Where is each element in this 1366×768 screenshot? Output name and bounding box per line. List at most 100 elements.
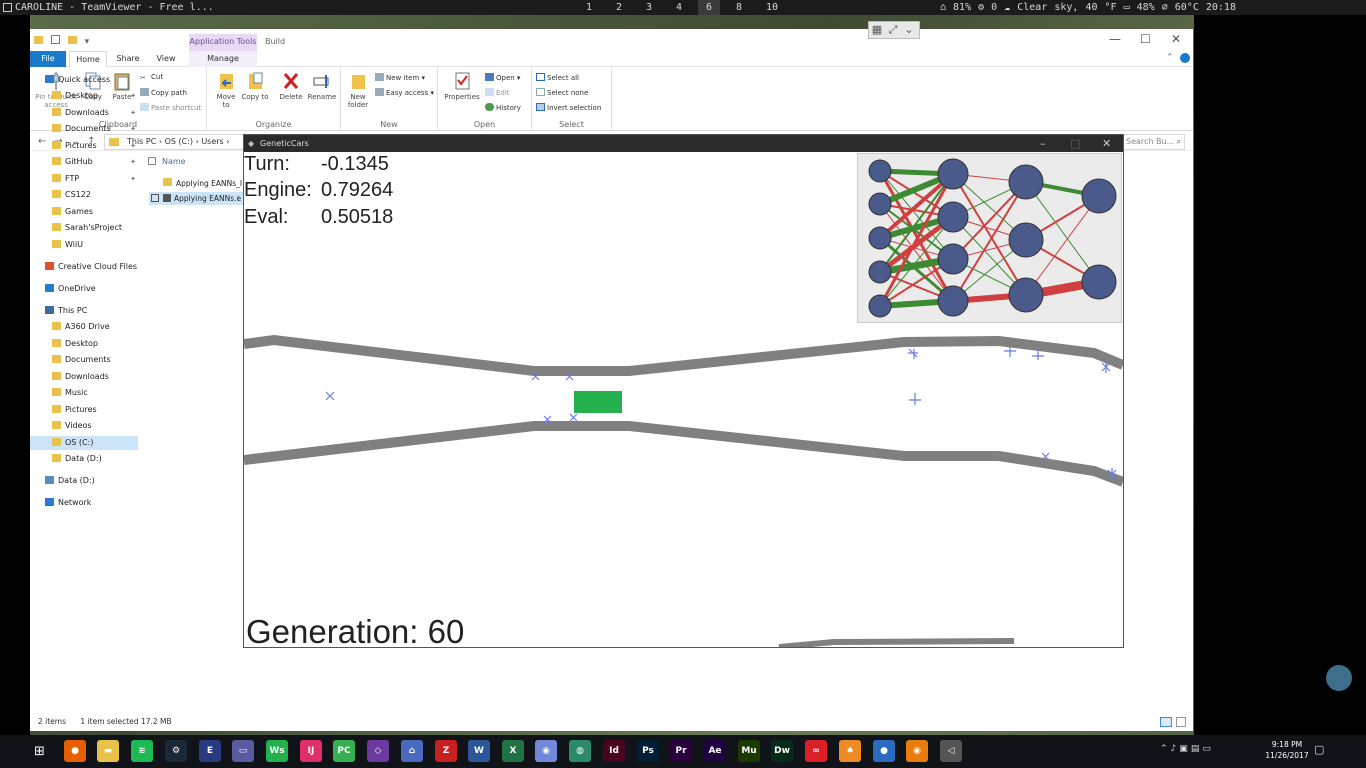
copy-to-button[interactable]: Copy to	[241, 71, 269, 101]
sidebar-item-os-c[interactable]: OS (C:)	[30, 436, 138, 450]
app-ws-icon[interactable]: Ws	[266, 740, 288, 762]
teamviewer-tab-icon[interactable]	[1326, 665, 1352, 691]
sidebar-item-github[interactable]: GitHub ✦	[30, 155, 138, 169]
sidebar-item-ftp[interactable]: FTP ✦	[30, 172, 138, 186]
workspace-10[interactable]: 10	[761, 0, 783, 15]
excel-icon[interactable]: X	[502, 740, 524, 762]
spotify-icon[interactable]: ≋	[131, 740, 153, 762]
grid-icon[interactable]: ▦	[869, 22, 885, 38]
cut-button[interactable]: ✂ Cut	[140, 73, 163, 82]
sidebar-item-network[interactable]: Network	[30, 496, 138, 510]
file-row-selected[interactable]: Applying EANNs.e	[149, 192, 245, 205]
notification-icon[interactable]: ▭	[1202, 744, 1214, 754]
indesign-icon[interactable]: Id	[603, 740, 625, 762]
photoshop-icon[interactable]: Ps	[637, 740, 659, 762]
sidebar-item-documents[interactable]: Documents	[30, 353, 138, 367]
muse-icon[interactable]: Mu	[738, 740, 760, 762]
network-icon[interactable]: ▣	[1179, 744, 1191, 754]
history-button[interactable]: History	[485, 103, 521, 112]
network-tool-icon[interactable]: ⌂	[401, 740, 423, 762]
chevron-up-icon[interactable]: ⌃	[1160, 744, 1171, 754]
blender-icon[interactable]: ◉	[906, 740, 928, 762]
minimize-button[interactable]: —	[1109, 32, 1121, 46]
rename-button[interactable]: Rename	[307, 71, 337, 101]
select-all-button[interactable]: Select all	[536, 73, 579, 82]
app-e-icon[interactable]: E	[199, 740, 221, 762]
new-folder-button[interactable]: New folder	[344, 71, 372, 109]
open-button[interactable]: Open ▾	[485, 73, 520, 82]
close-button[interactable]: ✕	[1171, 32, 1181, 46]
app-pc-icon[interactable]: PC	[333, 740, 355, 762]
sidebar-item-creative-cloud-files[interactable]: Creative Cloud Files	[30, 260, 138, 274]
word-icon[interactable]: W	[468, 740, 490, 762]
creative-cloud-icon[interactable]: ∞	[805, 740, 827, 762]
easy-access-button[interactable]: Easy access ▾	[375, 88, 434, 97]
select-none-button[interactable]: Select none	[536, 88, 588, 97]
sidebar-item-a360-drive[interactable]: A360 Drive	[30, 320, 138, 334]
maximize-button[interactable]: ☐	[1140, 32, 1151, 46]
app-ij-icon[interactable]: IJ	[300, 740, 322, 762]
unity-icon[interactable]: ◁	[940, 740, 962, 762]
details-view-icon[interactable]	[1160, 717, 1172, 727]
column-header-name[interactable]: Name	[148, 157, 186, 166]
edit-button[interactable]: Edit	[485, 88, 510, 97]
sidebar-item-this-pc[interactable]: This PC	[30, 304, 138, 318]
sidebar-item-quick-access[interactable]: Quick access	[30, 73, 138, 87]
app-globe-icon[interactable]: ◍	[569, 740, 591, 762]
sidebar-item-onedrive[interactable]: OneDrive	[30, 282, 138, 296]
sidebar-item-desktop[interactable]: Desktop	[30, 337, 138, 351]
steam-icon[interactable]: ⚙	[165, 740, 187, 762]
start-icon[interactable]: ⊞	[34, 744, 45, 759]
sidebar-item-music[interactable]: Music	[30, 386, 138, 400]
move-to-button[interactable]: Move to	[212, 71, 240, 109]
ribbon-collapse-icon[interactable]: ⌃	[1166, 53, 1174, 63]
sidebar-item-documents[interactable]: Documents ✦	[30, 122, 138, 136]
workspace-4[interactable]: 4	[668, 0, 690, 15]
premiere-icon[interactable]: Pr	[670, 740, 692, 762]
sidebar-item-pictures[interactable]: Pictures ✦	[30, 139, 138, 153]
volume-icon[interactable]: ♪	[1171, 744, 1180, 754]
sidebar-item-cs122[interactable]: CS122	[30, 188, 138, 202]
checkbox-checked-icon[interactable]	[151, 194, 159, 202]
after-effects-icon[interactable]: Ae	[704, 740, 726, 762]
minimize-button[interactable]: –	[1040, 135, 1046, 152]
paste-shortcut-button[interactable]: Paste shortcut	[140, 103, 201, 112]
copy-path-button[interactable]: Copy path	[140, 88, 187, 97]
sidebar-item-downloads[interactable]: Downloads ✦	[30, 106, 138, 120]
tab-view[interactable]: View	[150, 51, 182, 67]
firefox-icon[interactable]: ●	[64, 740, 86, 762]
dreamweaver-icon[interactable]: Dw	[771, 740, 793, 762]
sidebar-item-desktop[interactable]: Desktop ✦	[30, 89, 138, 103]
window-icon[interactable]	[3, 3, 12, 12]
sidebar-item-sarah-sproject[interactable]: Sarah'sProject	[30, 221, 138, 235]
workspace-6[interactable]: 6	[698, 0, 720, 15]
water-app-icon[interactable]: ●	[873, 740, 895, 762]
workspace-2[interactable]: 2	[608, 0, 630, 15]
properties-button[interactable]: Properties	[442, 71, 482, 101]
workspace-8[interactable]: 8	[728, 0, 750, 15]
large-icons-view-icon[interactable]	[1176, 717, 1186, 727]
new-item-button[interactable]: New item ▾	[375, 73, 425, 82]
help-icon[interactable]	[1180, 53, 1190, 63]
workspace-3[interactable]: 3	[638, 0, 660, 15]
action-center-icon[interactable]: ▢	[1314, 743, 1324, 756]
sidebar-item-data-d[interactable]: Data (D:)	[30, 474, 138, 488]
chevron-down-icon[interactable]: ⌄	[901, 22, 917, 38]
tab-manage[interactable]: Manage	[189, 51, 257, 67]
file-row[interactable]: Applying EANNs_I	[163, 178, 243, 188]
file-explorer-icon[interactable]: ▬	[97, 740, 119, 762]
maximize-button[interactable]: □	[1070, 135, 1080, 152]
sidebar-item-videos[interactable]: Videos	[30, 419, 138, 433]
close-button[interactable]: ✕	[1102, 135, 1111, 152]
sidebar-item-data-d[interactable]: Data (D:)	[30, 452, 138, 466]
sidebar-item-games[interactable]: Games	[30, 205, 138, 219]
expand-icon[interactable]: ⤢	[885, 22, 901, 38]
visual-studio-icon[interactable]: ◇	[367, 740, 389, 762]
fl-studio-icon[interactable]: ♠	[839, 740, 861, 762]
search-input[interactable]: Search Bu... ⌕	[1122, 134, 1185, 150]
sidebar-item-wiiu[interactable]: WiiU	[30, 238, 138, 252]
workspace-1[interactable]: 1	[578, 0, 600, 15]
app-rounded-icon[interactable]: ▭	[232, 740, 254, 762]
invert-selection-button[interactable]: Invert selection	[536, 103, 601, 112]
select-all-checkbox[interactable]	[148, 157, 156, 165]
